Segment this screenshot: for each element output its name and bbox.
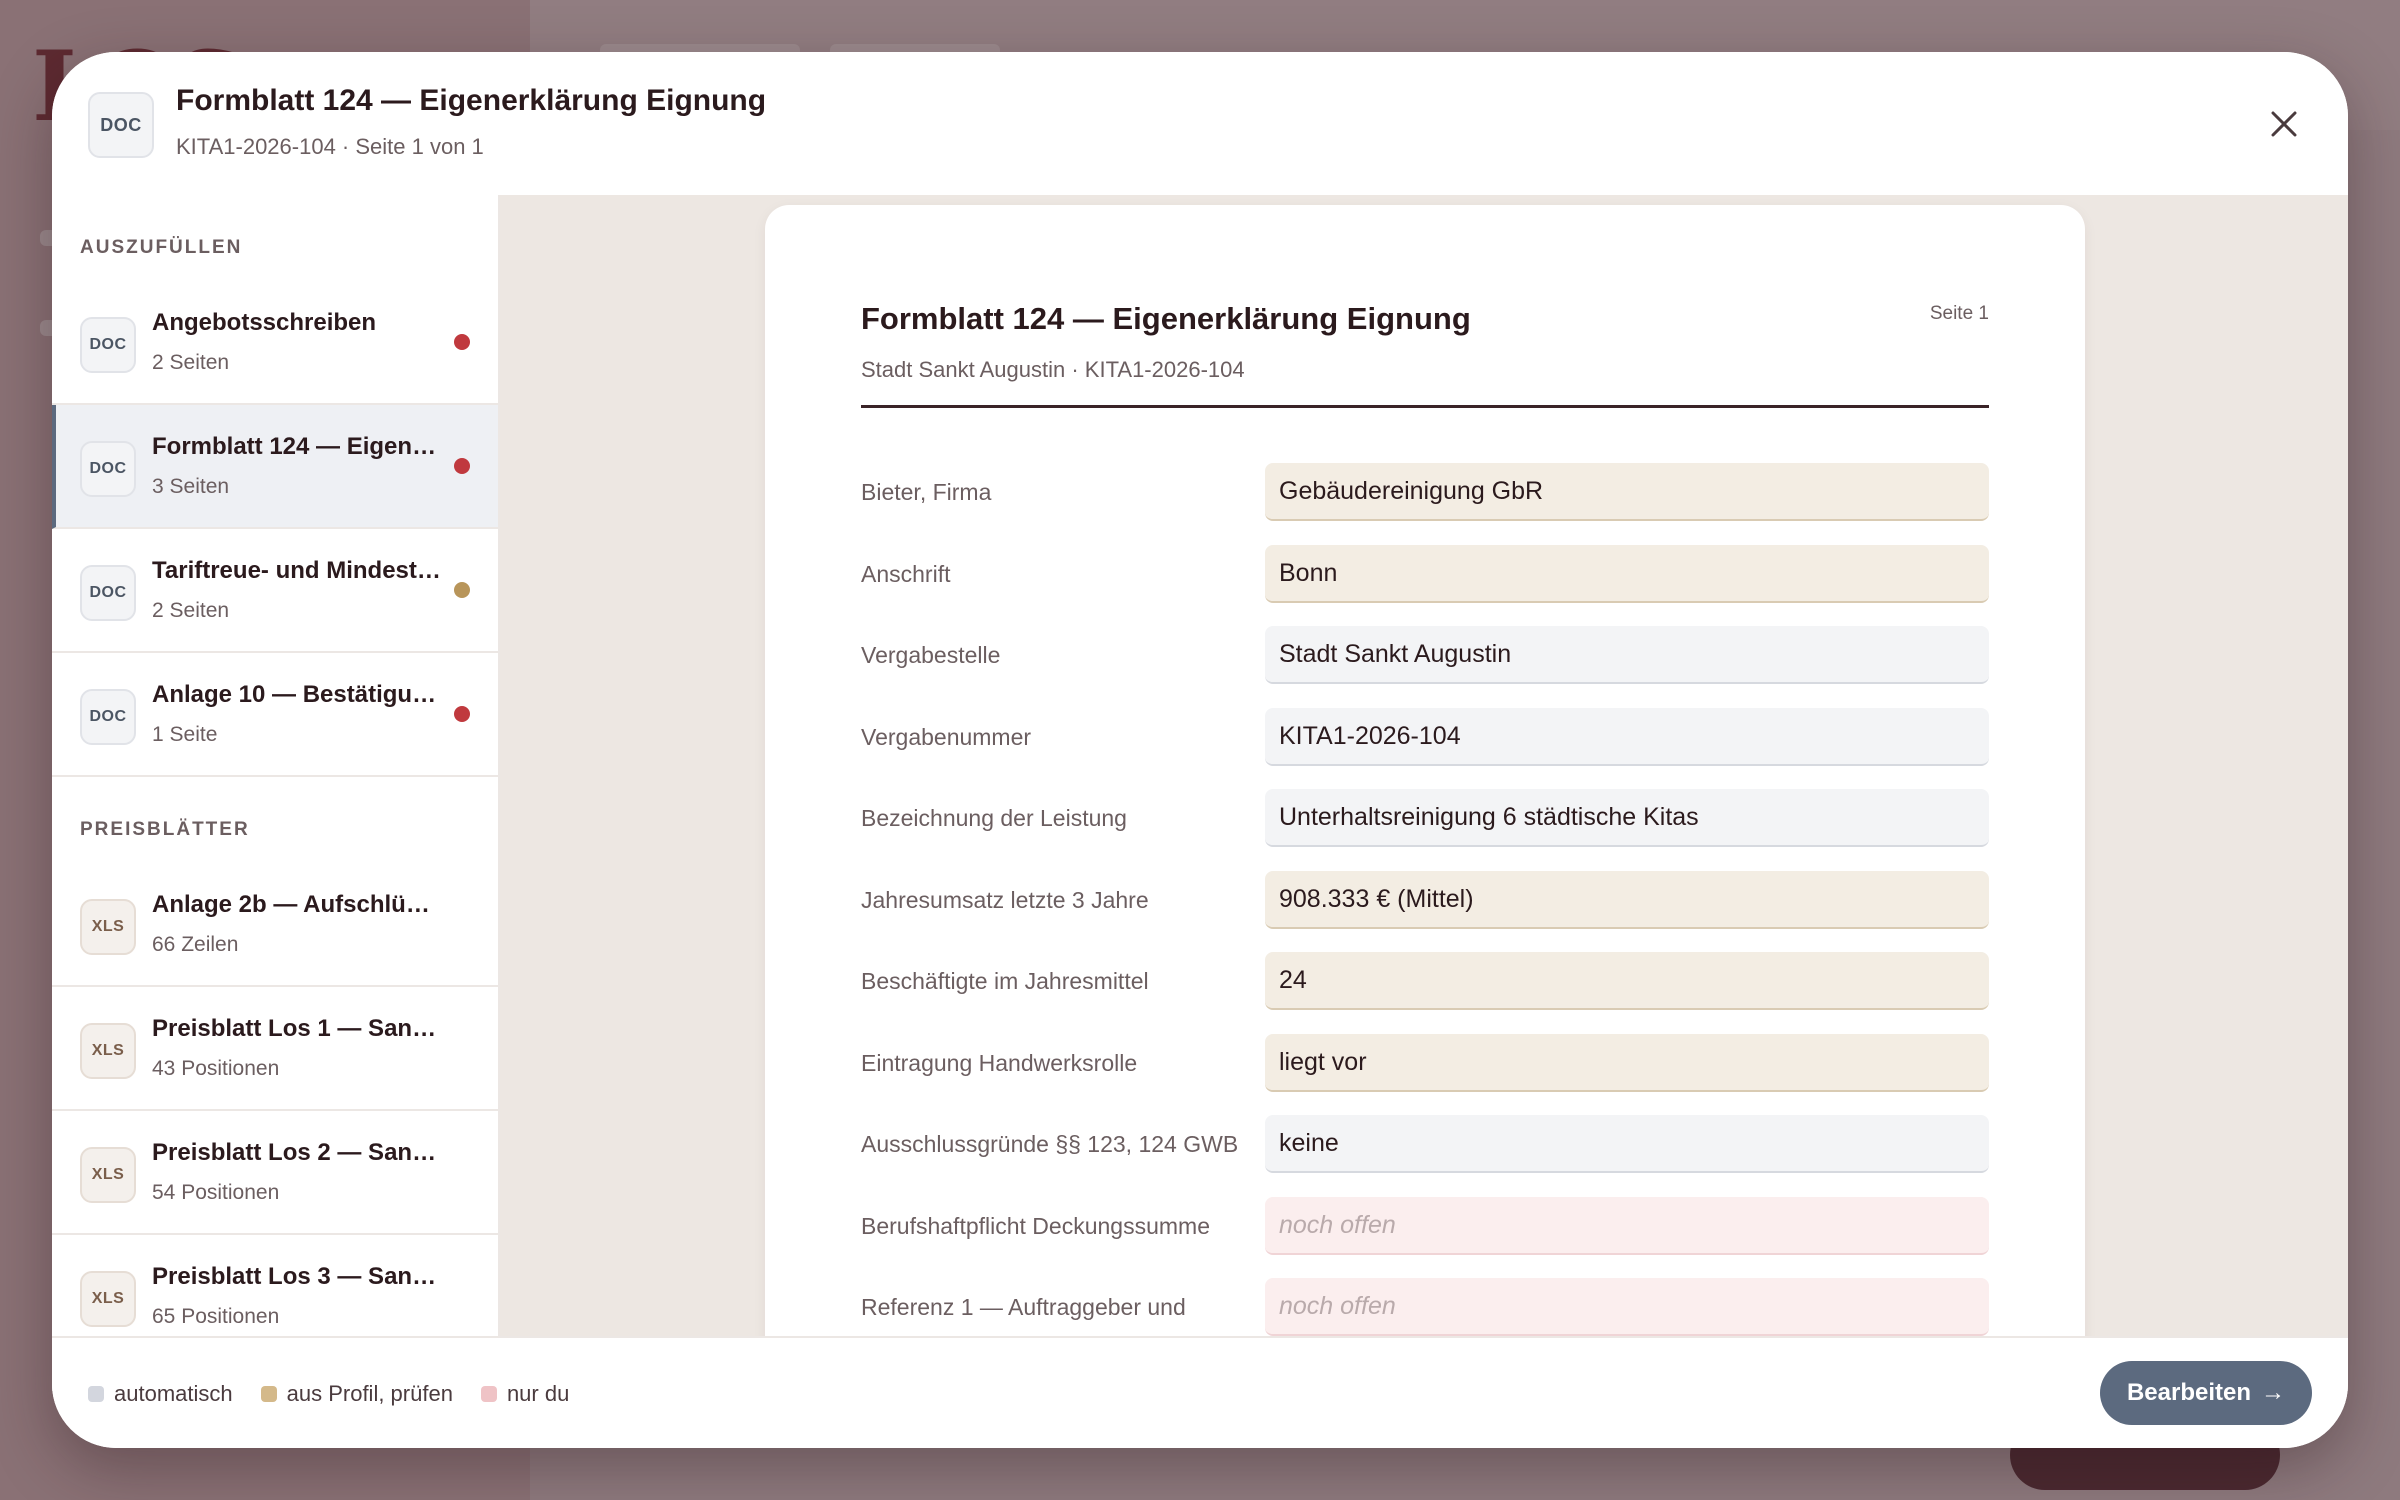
- sidebar-item-pages: 2 Seiten: [152, 351, 230, 374]
- close-button[interactable]: [2264, 104, 2304, 144]
- field-value-beschaeftigte[interactable]: 24: [1265, 952, 1989, 1010]
- doc-file-icon: DOC: [80, 689, 136, 745]
- form-row-bieter: Bieter, Firma Gebäudereinigung GbR: [861, 463, 1989, 521]
- xls-file-icon: XLS: [80, 1023, 136, 1079]
- legend-item-you: nur du: [480, 1381, 570, 1407]
- field-label: Ausschlussgründe §§ 123, 124 GWB: [861, 1131, 1239, 1157]
- field-value-ausschlussgruende[interactable]: keine: [1265, 1115, 1989, 1173]
- modal-footer: automatisch aus Profil, prüfen nur du Be…: [52, 1336, 2348, 1448]
- sidebar-item-rows: 66 Zeilen: [152, 933, 239, 956]
- legend-label: nur du: [506, 1381, 570, 1406]
- form-row-berufshaftpflicht: Berufshaftpflicht Deckungssumme noch off…: [861, 1197, 1989, 1255]
- sidebar-item-title: Formblatt 124 — Eigene...: [152, 433, 442, 460]
- field-value-bieter[interactable]: Gebäudereinigung GbR: [1265, 463, 1989, 521]
- field-label: Eintragung Handwerksrolle: [861, 1050, 1138, 1076]
- close-icon: [2271, 111, 2297, 137]
- form-row-leistung: Bezeichnung der Leistung Unterhaltsreini…: [861, 789, 1989, 847]
- field-label: Jahresumsatz letzte 3 Jahre: [861, 887, 1149, 913]
- sidebar-item-preisblatt-los-2[interactable]: XLS Preisblatt Los 2 — Sankt Au... 54 Po…: [52, 1111, 498, 1235]
- field-value-jahresumsatz[interactable]: 908.333 € (Mittel): [1265, 871, 1989, 929]
- legend-item-auto: automatisch: [88, 1381, 233, 1407]
- sidebar-item-title: Preisblatt Los 3 — Sankt Au...: [152, 1263, 442, 1290]
- section-heading-fill: AUSZUFÜLLEN: [80, 237, 243, 258]
- sidebar-item-title: Preisblatt Los 1 — Sankt Au...: [152, 1015, 442, 1042]
- form-row-vergabenummer: Vergabenummer KITA1-2026-104: [861, 708, 1989, 766]
- legend-label: aus Profil, prüfen: [286, 1381, 453, 1406]
- status-dot: [454, 582, 470, 598]
- document-subtitle: Stadt Sankt Augustin · KITA1-2026-104: [861, 357, 1245, 382]
- legend-swatch: [480, 1386, 497, 1402]
- doc-file-icon: DOC: [80, 317, 136, 373]
- form-row-anschrift: Anschrift Bonn: [861, 545, 1989, 603]
- sidebar-item-pages: 2 Seiten: [152, 599, 230, 622]
- sidebar-item-positions: 65 Positionen: [152, 1305, 280, 1328]
- sidebar-item-formblatt-124[interactable]: DOC Formblatt 124 — Eigene... 3 Seiten: [52, 405, 498, 529]
- sidebar-item-angebotsschreiben[interactable]: DOC Angebotsschreiben 2 Seiten: [52, 281, 498, 405]
- doc-file-icon: DOC: [80, 565, 136, 621]
- field-label: Bieter, Firma: [861, 479, 992, 505]
- sidebar-item-pages: 1 Seite: [152, 723, 218, 746]
- field-value-referenz-1[interactable]: noch offen: [1265, 1278, 1989, 1336]
- modal-header: DOC Formblatt 124 — Eigenerklärung Eignu…: [52, 52, 2348, 197]
- page-number: Seite 1: [1929, 303, 1989, 324]
- field-label: Anschrift: [861, 561, 951, 587]
- field-value-berufshaftpflicht[interactable]: noch offen: [1265, 1197, 1989, 1255]
- field-label: Bezeichnung der Leistung: [861, 805, 1127, 831]
- sidebar-item-title: Preisblatt Los 2 — Sankt Au...: [152, 1139, 442, 1166]
- sidebar-item-positions: 54 Positionen: [152, 1181, 280, 1204]
- field-value-vergabenummer[interactable]: KITA1-2026-104: [1265, 708, 1989, 766]
- form-row-ausschlussgruende: Ausschlussgründe §§ 123, 124 GWB keine: [861, 1115, 1989, 1173]
- field-source-legend: automatisch aus Profil, prüfen nur du: [88, 1381, 569, 1407]
- document-preview-modal: DOC Formblatt 124 — Eigenerklärung Eignu…: [52, 52, 2348, 1448]
- legend-label: automatisch: [114, 1381, 233, 1406]
- legend-swatch: [260, 1386, 277, 1402]
- field-value-vergabestelle[interactable]: Stadt Sankt Augustin: [1265, 626, 1989, 684]
- document-page: Formblatt 124 — Eigenerklärung Eignung S…: [765, 205, 2085, 1391]
- sidebar-item-anlage-10[interactable]: DOC Anlage 10 — Bestätigun... 1 Seite: [52, 653, 498, 777]
- sidebar-item-title: Tariftreue- und Mindestl...: [152, 557, 442, 584]
- sidebar-item-tariftreue[interactable]: DOC Tariftreue- und Mindestl... 2 Seiten: [52, 529, 498, 653]
- field-label: Berufshaftpflicht Deckungssumme: [861, 1213, 1210, 1239]
- sidebar-item-preisblatt-los-1[interactable]: XLS Preisblatt Los 1 — Sankt Au... 43 Po…: [52, 987, 498, 1111]
- field-label: Vergabestelle: [861, 642, 1001, 668]
- arrow-right-icon: →: [2261, 1379, 2286, 1406]
- document-preview-area[interactable]: Formblatt 124 — Eigenerklärung Eignung S…: [500, 195, 2348, 1391]
- document-list-sidebar: AUSZUFÜLLEN DOC Angebotsschreiben 2 Seit…: [52, 195, 500, 1391]
- form-row-referenz-1: Referenz 1 — Auftraggeber und noch offen: [861, 1278, 1989, 1336]
- form-row-beschaeftigte: Beschäftigte im Jahresmittel 24: [861, 952, 1989, 1010]
- modal-subtitle: KITA1-2026-104 · Seite 1 von 1: [176, 134, 484, 159]
- field-label: Beschäftigte im Jahresmittel: [861, 968, 1149, 994]
- doc-file-icon: DOC: [80, 441, 136, 497]
- modal-title: Formblatt 124 — Eigenerklärung Eignung: [176, 84, 767, 117]
- legend-swatch: [88, 1386, 104, 1402]
- sidebar-item-pages: 3 Seiten: [152, 475, 230, 498]
- title-divider: [861, 405, 1989, 408]
- field-value-anschrift[interactable]: Bonn: [1265, 545, 1989, 603]
- xls-file-icon: XLS: [80, 899, 136, 955]
- field-label: Referenz 1 — Auftraggeber und: [861, 1294, 1186, 1320]
- status-dot: [454, 458, 470, 474]
- form-row-jahresumsatz: Jahresumsatz letzte 3 Jahre 908.333 € (M…: [861, 871, 1989, 929]
- field-label: Vergabenummer: [861, 724, 1032, 750]
- section-heading-price-sheets: PREISBLÄTTER: [80, 819, 250, 840]
- xls-file-icon: XLS: [80, 1271, 136, 1327]
- doc-file-icon: DOC: [88, 92, 154, 158]
- sidebar-item-positions: 43 Positionen: [152, 1057, 280, 1080]
- xls-file-icon: XLS: [80, 1147, 136, 1203]
- form-row-handwerksrolle: Eintragung Handwerksrolle liegt vor: [861, 1034, 1989, 1092]
- edit-button-label: Bearbeiten: [2126, 1379, 2252, 1406]
- sidebar-item-anlage-2b[interactable]: XLS Anlage 2b — Aufschlüsselu... 66 Zeil…: [52, 863, 498, 987]
- legend-item-profile: aus Profil, prüfen: [260, 1381, 453, 1407]
- form-row-vergabestelle: Vergabestelle Stadt Sankt Augustin: [861, 626, 1989, 684]
- edit-button[interactable]: Bearbeiten →: [2100, 1361, 2312, 1425]
- sidebar-item-title: Anlage 2b — Aufschlüsselu...: [152, 891, 442, 918]
- sidebar-item-title: Anlage 10 — Bestätigun...: [152, 681, 442, 708]
- document-title: Formblatt 124 — Eigenerklärung Eignung: [861, 301, 1471, 336]
- field-value-leistung[interactable]: Unterhaltsreinigung 6 städtische Kitas: [1265, 789, 1989, 847]
- field-value-handwerksrolle[interactable]: liegt vor: [1265, 1034, 1989, 1092]
- sidebar-item-title: Angebotsschreiben: [152, 309, 377, 336]
- status-dot: [454, 706, 470, 722]
- status-dot: [454, 334, 470, 350]
